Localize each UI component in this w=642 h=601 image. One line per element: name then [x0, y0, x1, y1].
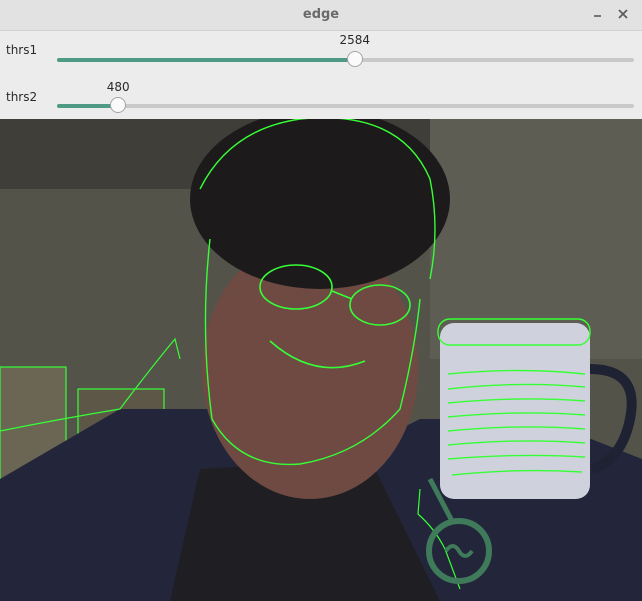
slider-value-thrs1: 2584 [339, 33, 370, 47]
edge-window: edge thrs1 2584 thrs2 480 [0, 0, 642, 601]
slider-track-thrs2[interactable] [57, 97, 634, 113]
close-icon [618, 9, 628, 19]
edge-detection-image [0, 119, 642, 601]
slider-fill-thrs1 [57, 58, 355, 62]
slider-handle-thrs2[interactable] [110, 97, 127, 113]
slider-label-thrs2: thrs2 [6, 90, 38, 104]
minimize-icon [594, 15, 601, 17]
window-title: edge [302, 7, 340, 22]
title-bar[interactable]: edge [0, 0, 642, 31]
slider-handle-thrs1[interactable] [346, 51, 363, 67]
trackbar-panel: thrs1 2584 thrs2 480 [0, 31, 642, 119]
slider-track-thrs1[interactable] [57, 51, 634, 67]
mug-body [440, 323, 590, 499]
close-button[interactable] [613, 4, 633, 24]
slider-label-thrs1: thrs1 [6, 43, 38, 57]
slider-value-thrs2: 480 [106, 80, 130, 94]
webcam-frame [0, 119, 642, 601]
slider-fill-thrs2 [57, 104, 119, 108]
minimize-button[interactable] [588, 4, 608, 24]
